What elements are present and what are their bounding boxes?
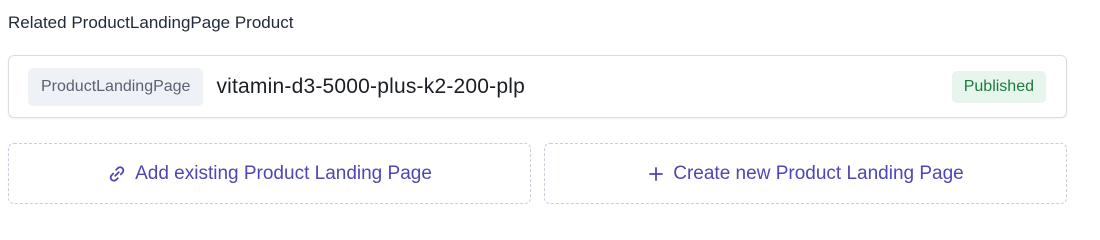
field-label: Related ProductLandingPage Product	[8, 13, 294, 32]
create-new-label: Create new Product Landing Page	[673, 162, 964, 184]
linked-entry-card[interactable]: ProductLandingPage vitamin-d3-5000-plus-…	[8, 55, 1067, 118]
add-existing-label: Add existing Product Landing Page	[135, 162, 432, 184]
status-badge: Published	[951, 70, 1046, 103]
plus-icon	[647, 165, 665, 183]
entry-title[interactable]: vitamin-d3-5000-plus-k2-200-plp	[216, 75, 525, 99]
content-type-chip: ProductLandingPage	[28, 67, 204, 106]
create-new-entry-button[interactable]: Create new Product Landing Page	[544, 143, 1067, 204]
add-existing-entry-button[interactable]: Add existing Product Landing Page	[8, 143, 531, 204]
related-entries-field: Related ProductLandingPage Product Produ…	[0, 0, 1100, 224]
link-icon	[107, 164, 127, 184]
